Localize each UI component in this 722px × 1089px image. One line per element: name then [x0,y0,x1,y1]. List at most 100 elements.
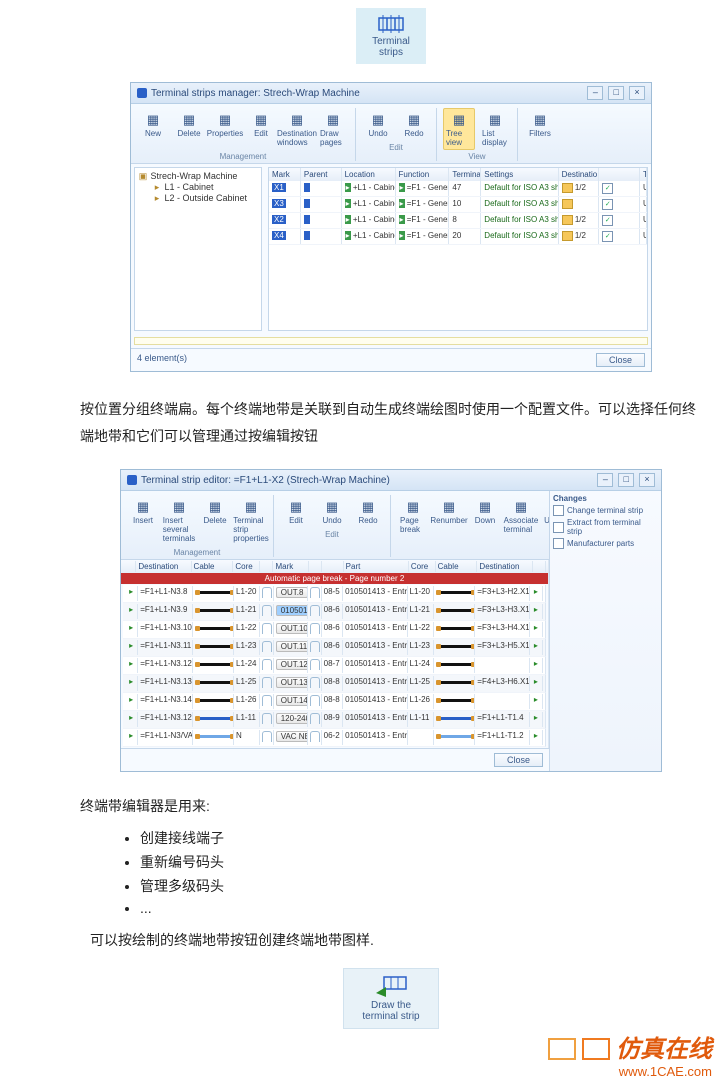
grid-col-header[interactable]: Destination [136,561,191,572]
delete-icon: ▦ [206,498,224,516]
ribbon-new[interactable]: ▦New [137,108,169,150]
ribbon-edit[interactable]: ▦Edit [280,495,312,528]
grid-col-header[interactable]: Parent [301,168,342,181]
table-row[interactable]: ▸=F1+L1-N3.14L1-26OUT.1408-8010501413 - … [123,693,546,711]
table-row[interactable]: X4 ▸ +L1 - Cabinet▸ =F1 - General20Defau… [269,229,647,245]
ribbon-undo[interactable]: ▦Undo [362,108,394,141]
table-row[interactable]: ▸=F1+L1-N3.12L1-24OUT.1208-7010501413 - … [123,657,546,675]
grid-col-header[interactable]: Destination [477,561,532,572]
draw-label2: terminal strip [346,1011,436,1022]
undo-icon: ▦ [369,111,387,129]
grid-col-header[interactable]: Cable [436,561,478,572]
ribbon-edit[interactable]: ▦Edit [245,108,277,150]
tree-pane[interactable]: ▣ Strech-Wrap Machine ▸ L1 - Cabinet ▸ L… [134,167,262,331]
grid-col-header[interactable]: Settings [481,168,558,181]
ribbon-down[interactable]: ▦Down [469,495,501,555]
list-item: 创建接线端子 [140,828,702,848]
table-row[interactable]: ▸=F1+L1-N3.120/24VL1-11120-240VAC08-9010… [123,711,546,729]
ribbon-renumber[interactable]: ▦Renumber [433,495,465,555]
changes-item[interactable]: Manufacturer parts [553,538,658,549]
ribbon-insert-several[interactable]: ▦Insert several terminals [163,495,195,546]
grid-col-header[interactable] [260,561,273,572]
minimize-button[interactable]: – [587,86,603,100]
properties-icon: ▦ [216,111,234,129]
close-button[interactable]: × [639,473,655,487]
ribbon-assoc[interactable]: ▦Associate terminal [505,495,537,555]
grid-col-header[interactable]: Mark [273,561,308,572]
close-footer-button[interactable]: Close [596,353,645,367]
terminal-icon [377,14,405,34]
watermark: 仿真在线 www.1CAE.com [548,1029,712,1079]
ribbon-properties[interactable]: ▦Properties [209,108,241,150]
grid-col-header[interactable]: To draw [640,168,647,181]
undo-icon: ▦ [323,498,341,516]
grid-col-header[interactable]: Location [342,168,396,181]
usage-title: 终端带编辑器是用来: [80,796,702,816]
table-row[interactable]: ▸=F1+L1-N3.13L1-25OUT.1308-8010501413 - … [123,675,546,693]
search-bar[interactable] [134,337,648,345]
close-button[interactable]: × [629,86,645,100]
grid-col-header[interactable] [309,561,322,572]
tree-root[interactable]: Strech-Wrap Machine [151,171,238,181]
grid-col-header[interactable]: Function [396,168,450,181]
grid-col-header[interactable]: Mark [269,168,301,181]
grid-col-header[interactable]: Core [233,561,260,572]
changes-item[interactable]: Change terminal strip [553,505,658,516]
assoc-icon: ▦ [512,498,530,516]
redo-label: Redo [404,129,423,138]
grid-col-header[interactable]: Part [344,561,409,572]
table-row[interactable]: ▸=F1+L1-N3.10L1-22OUT.1008-6010501413 - … [123,621,546,639]
grid-col-header[interactable]: Destinatio... [559,168,600,181]
ribbon-list[interactable]: ▦List display [479,108,511,150]
grid-col-header[interactable] [533,561,546,572]
ribbon-group-label: Edit [325,530,339,539]
redo-icon: ▦ [359,498,377,516]
grid-col-header[interactable]: Cable [192,561,234,572]
ribbon-page-break[interactable]: ▦Page break [397,495,429,555]
ribbon-insert[interactable]: ▦Insert [127,495,159,546]
ribbon-delete[interactable]: ▦Delete [173,108,205,150]
table-row[interactable]: X1 ▸ +L1 - Cabinet▸ =F1 - General47Defau… [269,181,647,197]
table-row[interactable]: ▸=F1+L1-N3.9L1-2101050141308-6010501413 … [123,603,546,621]
table-row[interactable]: ▸=F1+L1-N3.11L1-23OUT.1108-6010501413 - … [123,639,546,657]
window-title: Terminal strip editor: =F1+L1-X2 (Strech… [141,475,390,486]
filters-label: Filters [529,129,551,138]
terminal-strips-icon[interactable]: Terminal strips [356,8,426,64]
table-row[interactable]: ▸=F1+L1-N3.8L1-20OUT.808-5010501413 - En… [123,585,546,603]
undo-label: Undo [322,516,341,525]
ribbon-delete[interactable]: ▦Delete [199,495,231,546]
insert-label: Insert [133,516,153,525]
list-item: 重新编号码头 [140,852,702,872]
grid-col-header[interactable] [599,168,640,181]
list-label: List display [482,129,508,147]
maximize-button[interactable]: □ [618,473,634,487]
ribbon-undo[interactable]: ▦Undo [316,495,348,528]
grid-col-header[interactable] [322,561,344,572]
ribbon-tree[interactable]: ▦Tree view [443,108,475,150]
ribbon-redo[interactable]: ▦Redo [398,108,430,141]
minimize-button[interactable]: – [597,473,613,487]
tree-child-l1[interactable]: L1 - Cabinet [165,182,214,192]
ribbon-draw[interactable]: ▦Draw pages [317,108,349,150]
ribbon-destination[interactable]: ▦Destination windows [281,108,313,150]
ribbon-ts-props[interactable]: ▦Terminal strip properties [235,495,267,546]
grid-col-header[interactable]: Core [409,561,436,572]
ribbon-filters[interactable]: ▦Filters [524,108,556,141]
table-row[interactable]: X3 ▸ +L1 - Cabinet▸ =F1 - General10Defau… [269,197,647,213]
tree-child-l2[interactable]: L2 - Outside Cabinet [165,193,248,203]
maximize-button[interactable]: □ [608,86,624,100]
table-row[interactable]: X2 ▸ +L1 - Cabinet▸ =F1 - General8Defaul… [269,213,647,229]
properties-label: Properties [207,129,243,138]
ribbon-update[interactable]: ▦Update [541,495,549,555]
delete-icon: ▦ [180,111,198,129]
grid-col-header[interactable] [123,561,136,572]
watermark-text: 仿真在线 [616,1029,712,1064]
grid-col-header[interactable]: Terminal number [449,168,481,181]
draw-label1: Draw the [346,1000,436,1011]
page-break-label: Page break [400,516,426,534]
ribbon-redo[interactable]: ▦Redo [352,495,384,528]
draw-terminal-strip-button[interactable]: Draw the terminal strip [343,968,439,1029]
changes-item[interactable]: Extract from terminal strip [553,518,658,536]
close-footer-button[interactable]: Close [494,753,543,767]
table-row[interactable]: ▸=F1+L1-N3/VAC NNVAC NEU06-2010501413 - … [123,729,546,747]
